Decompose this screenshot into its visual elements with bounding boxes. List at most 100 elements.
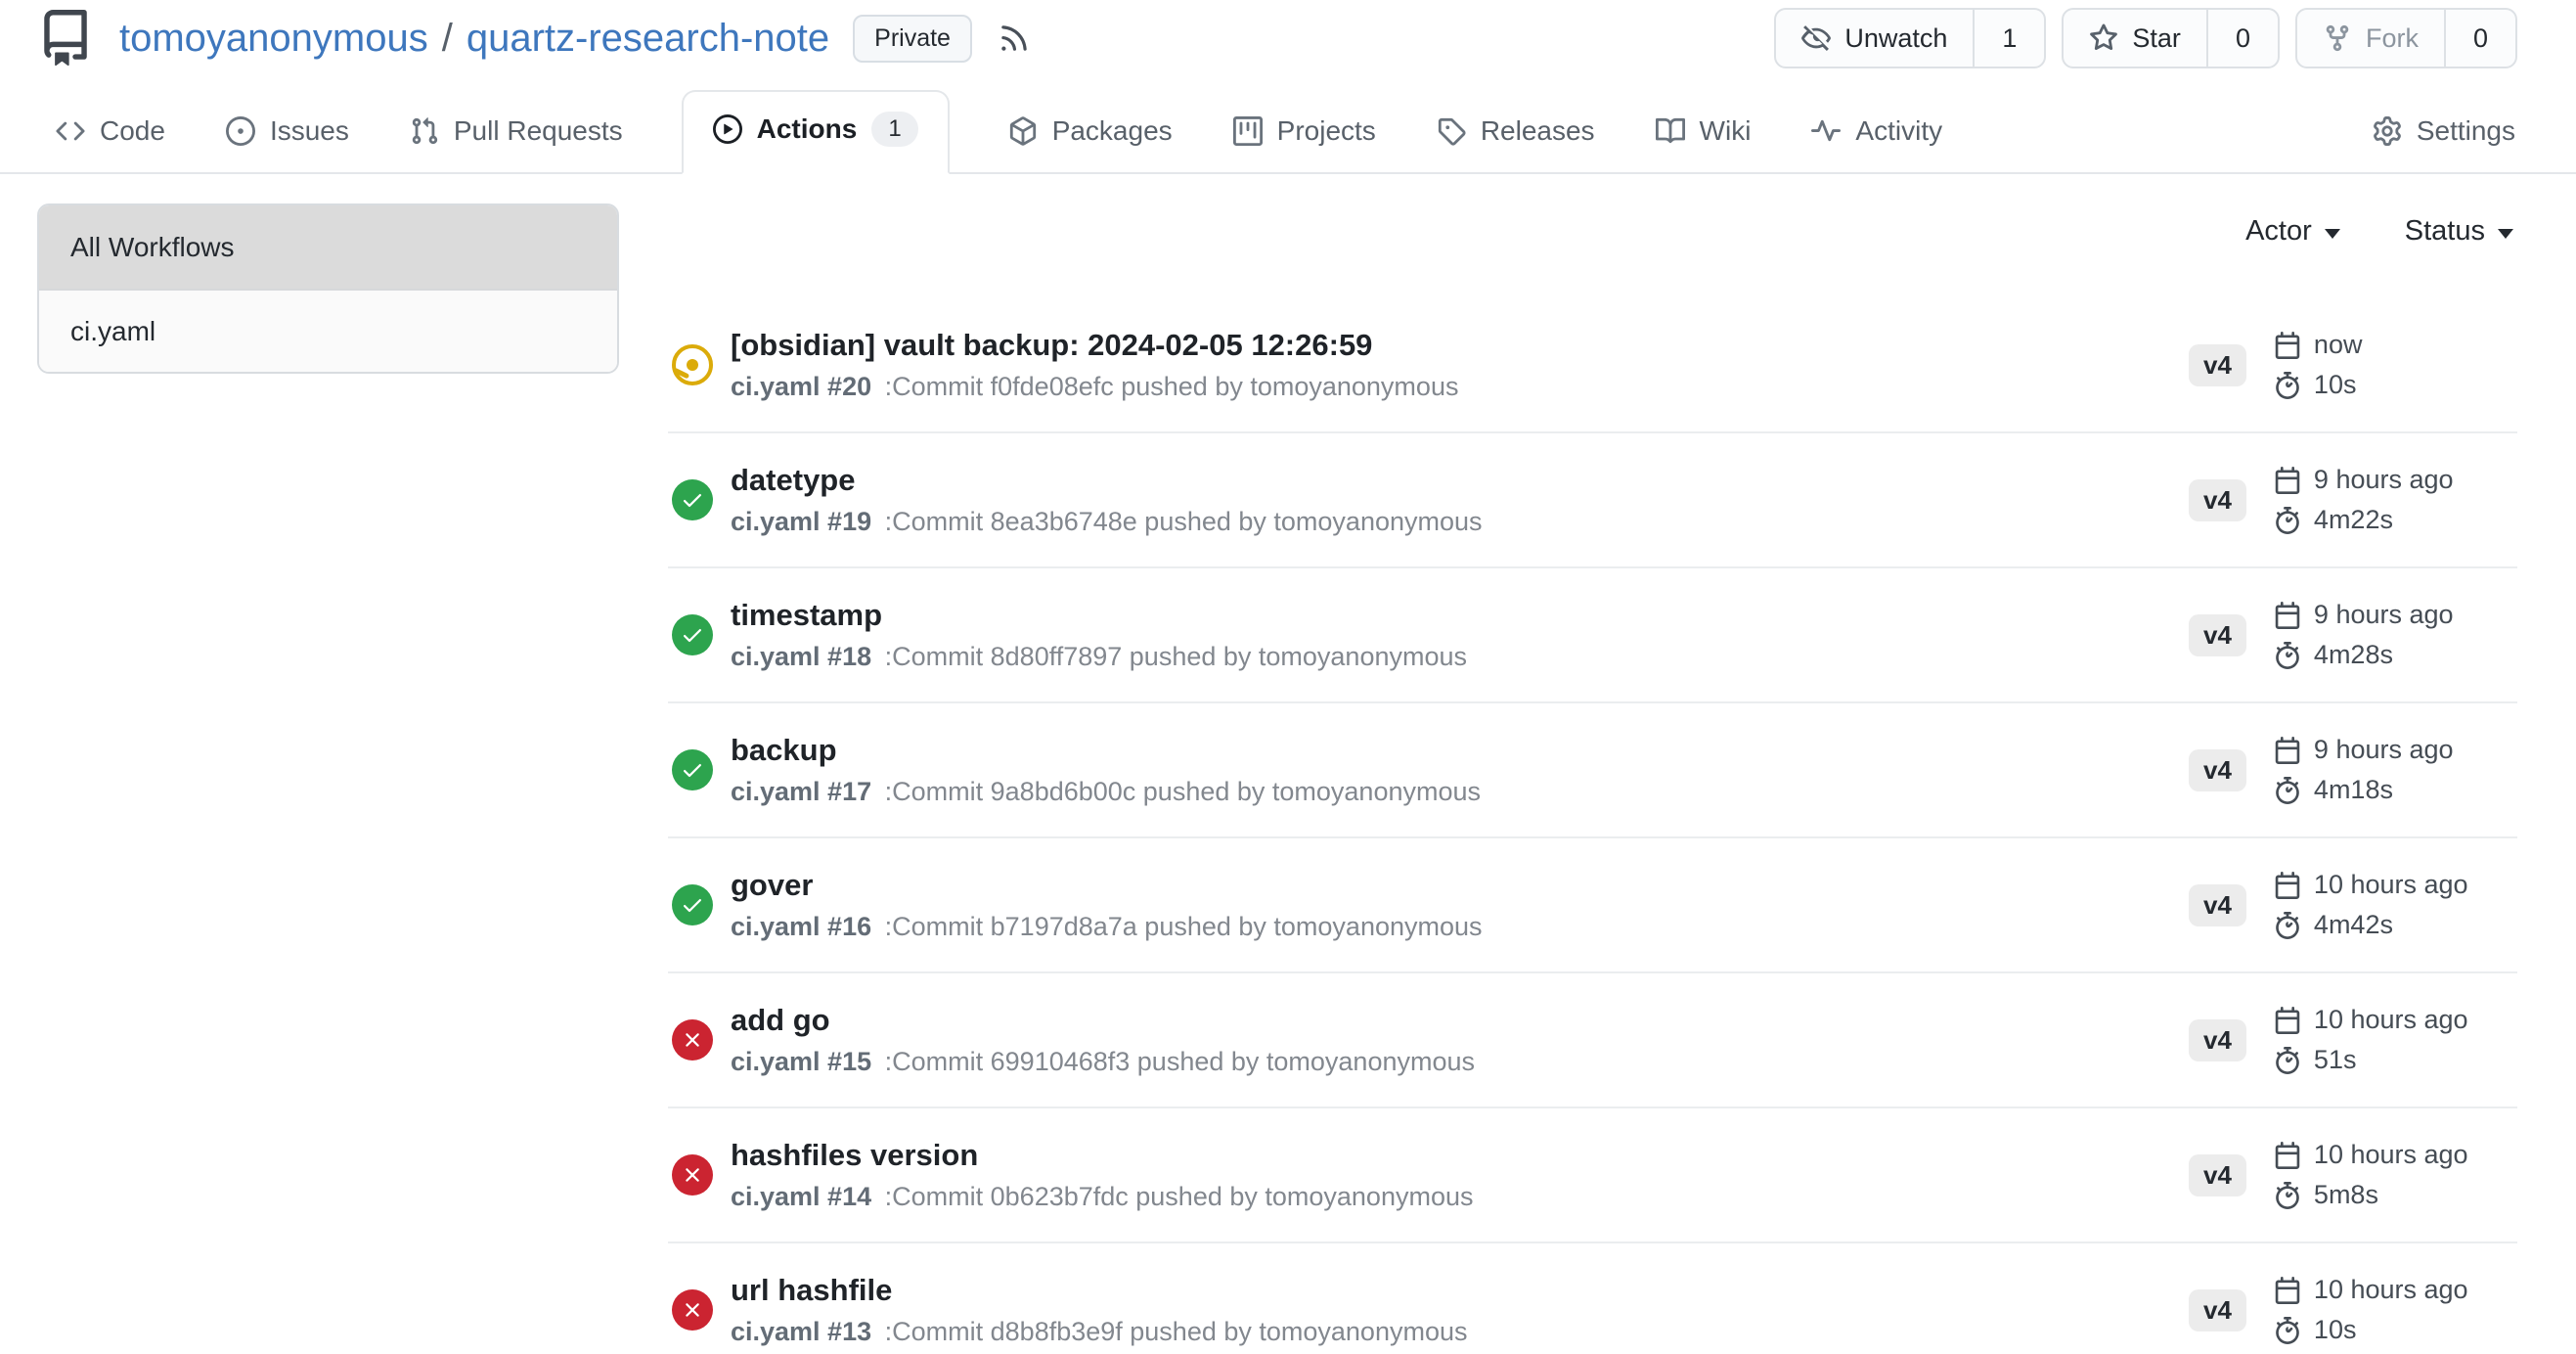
- tab-code[interactable]: Code: [54, 96, 167, 172]
- x-icon: [681, 1028, 704, 1052]
- tab-actions[interactable]: Actions 1: [682, 90, 950, 174]
- run-filters: Actor Status: [668, 203, 2517, 248]
- run-subtitle: ci.yaml #15 :Commit 69910468f3 pushed by…: [731, 1047, 2159, 1077]
- run-text-block: hashfiles version ci.yaml #14 :Commit 0b…: [731, 1138, 2159, 1212]
- success-check-icon: [672, 884, 713, 925]
- tab-issues[interactable]: Issues: [224, 96, 351, 172]
- tab-label: Actions: [757, 113, 858, 145]
- sidebar-item-ci-yaml[interactable]: ci.yaml: [39, 289, 617, 372]
- run-title-link[interactable]: timestamp: [731, 598, 882, 633]
- tab-label: Wiki: [1700, 115, 1752, 147]
- tab-releases[interactable]: Releases: [1435, 96, 1597, 172]
- run-subtitle: ci.yaml #19 :Commit 8ea3b6748e pushed by…: [731, 507, 2159, 537]
- actor-filter-label: Actor: [2245, 215, 2312, 248]
- calendar-icon: [2274, 872, 2301, 899]
- run-workflow-ref: ci.yaml #15: [731, 1047, 871, 1076]
- star-count[interactable]: 0: [2206, 10, 2278, 67]
- run-subtitle: ci.yaml #16 :Commit b7197d8a7a pushed by…: [731, 912, 2159, 942]
- version-badge: v4: [2189, 1289, 2246, 1331]
- run-start-time: 10 hours ago: [2274, 870, 2468, 900]
- version-badge: v4: [2189, 344, 2246, 386]
- sidebar-item-all-workflows[interactable]: All Workflows: [39, 205, 617, 289]
- run-title-link[interactable]: add go: [731, 1003, 830, 1038]
- in-progress-spinner-icon: [672, 344, 713, 385]
- stopwatch-icon: [2274, 1047, 2301, 1074]
- in-progress-dot: [687, 359, 698, 371]
- tab-packages[interactable]: Packages: [1006, 96, 1175, 172]
- run-duration-text: 5m8s: [2314, 1180, 2378, 1210]
- tab-pull-requests[interactable]: Pull Requests: [408, 96, 625, 172]
- status-filter-label: Status: [2405, 215, 2485, 248]
- tab-settings[interactable]: Settings: [2371, 96, 2517, 172]
- page-content: All Workflows ci.yaml Actor Status: [0, 174, 2576, 1354]
- run-title-link[interactable]: [obsidian] vault backup: 2024-02-05 12:2…: [731, 328, 1372, 363]
- run-meta: v4 10 hours ago 51s: [2189, 1005, 2513, 1075]
- run-workflow-ref: ci.yaml #16: [731, 912, 871, 941]
- run-title-link[interactable]: backup: [731, 733, 837, 768]
- check-icon: [681, 758, 704, 782]
- repo-owner-link[interactable]: tomoyanonymous: [119, 17, 428, 61]
- workflow-runs-list: [obsidian] vault backup: 2024-02-05 12:2…: [668, 298, 2517, 1354]
- fork-icon: [2323, 23, 2352, 53]
- sidebar-item-label: ci.yaml: [70, 316, 155, 347]
- run-title-link[interactable]: url hashfile: [731, 1273, 892, 1308]
- run-start-time: 10 hours ago: [2274, 1140, 2468, 1170]
- fork-label: Fork: [2366, 23, 2419, 54]
- run-time-text: 9 hours ago: [2314, 600, 2454, 630]
- code-icon: [56, 116, 85, 146]
- version-badge: v4: [2189, 1019, 2246, 1061]
- run-time-text: 10 hours ago: [2314, 870, 2468, 900]
- tab-activity[interactable]: Activity: [1809, 96, 1944, 172]
- failure-x-icon: [672, 1289, 713, 1331]
- run-duration: 4m28s: [2274, 640, 2454, 670]
- run-duration: 5m8s: [2274, 1180, 2468, 1210]
- tab-label: Activity: [1855, 115, 1942, 147]
- run-meta: v4 10 hours ago 4m42s: [2189, 870, 2513, 940]
- stopwatch-icon: [2274, 912, 2301, 939]
- stopwatch-icon: [2274, 1317, 2301, 1344]
- status-filter-dropdown[interactable]: Status: [2405, 215, 2513, 248]
- run-commit-description: :Commit f0fde08efc pushed by tomoyanonym…: [885, 372, 1459, 401]
- actor-filter-dropdown[interactable]: Actor: [2245, 215, 2340, 248]
- run-subtitle: ci.yaml #17 :Commit 9a8bd6b00c pushed by…: [731, 777, 2159, 807]
- calendar-icon: [2274, 1142, 2301, 1169]
- repo-separator: /: [442, 17, 453, 61]
- fork-button[interactable]: Fork: [2297, 10, 2444, 67]
- run-title-link[interactable]: hashfiles version: [731, 1138, 978, 1173]
- repo-action-buttons: Unwatch 1 Star 0 Fork 0: [1774, 8, 2517, 68]
- x-icon: [681, 1163, 704, 1187]
- tab-projects[interactable]: Projects: [1231, 96, 1378, 172]
- run-commit-description: :Commit 0b623b7fdc pushed by tomoyanonym…: [885, 1182, 1474, 1211]
- run-time-text: now: [2314, 330, 2363, 360]
- calendar-icon: [2274, 332, 2301, 359]
- repo-name-link[interactable]: quartz-research-note: [466, 17, 829, 61]
- run-workflow-ref: ci.yaml #19: [731, 507, 871, 536]
- run-text-block: [obsidian] vault backup: 2024-02-05 12:2…: [731, 328, 2159, 402]
- tab-label: Packages: [1052, 115, 1173, 147]
- star-button[interactable]: Star: [2064, 10, 2206, 67]
- sidebar-item-label: All Workflows: [70, 232, 235, 263]
- run-start-time: 10 hours ago: [2274, 1275, 2468, 1305]
- project-icon: [1233, 116, 1263, 146]
- run-times: now 10s: [2274, 330, 2363, 400]
- run-duration-text: 4m18s: [2314, 775, 2393, 805]
- unwatch-count[interactable]: 1: [1973, 10, 2044, 67]
- calendar-icon: [2274, 602, 2301, 629]
- run-title-link[interactable]: datetype: [731, 463, 855, 498]
- stopwatch-icon: [2274, 1182, 2301, 1209]
- run-subtitle: ci.yaml #18 :Commit 8d80ff7897 pushed by…: [731, 642, 2159, 672]
- package-icon: [1008, 116, 1038, 146]
- tab-label: Pull Requests: [454, 115, 623, 147]
- rss-feed-icon[interactable]: [998, 22, 1031, 55]
- unwatch-button[interactable]: Unwatch: [1776, 10, 1973, 67]
- run-title-link[interactable]: gover: [731, 868, 813, 903]
- run-meta: v4 9 hours ago 4m22s: [2189, 465, 2513, 535]
- run-duration: 51s: [2274, 1045, 2468, 1075]
- run-start-time: 9 hours ago: [2274, 465, 2454, 495]
- run-time-text: 10 hours ago: [2314, 1005, 2468, 1035]
- run-times: 10 hours ago 51s: [2274, 1005, 2468, 1075]
- tab-wiki[interactable]: Wiki: [1654, 96, 1754, 172]
- tab-label: Projects: [1277, 115, 1376, 147]
- success-check-icon: [672, 749, 713, 790]
- fork-count[interactable]: 0: [2444, 10, 2515, 67]
